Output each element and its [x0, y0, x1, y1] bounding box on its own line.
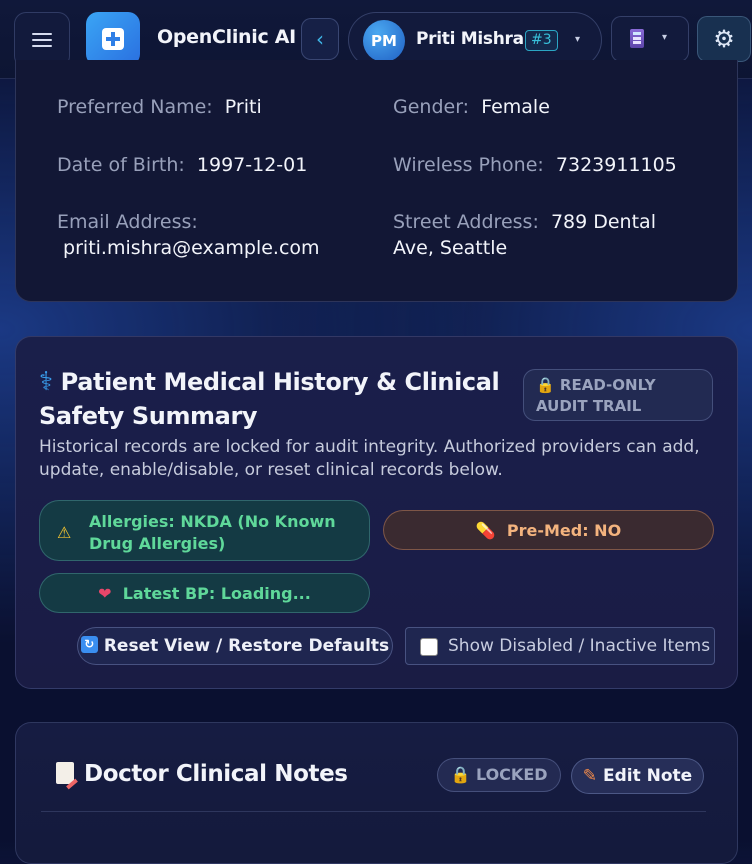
wireless-phone-value: 7323911105 [555, 154, 677, 176]
show-disabled-toggle[interactable]: Show Disabled / Inactive Items [405, 627, 715, 665]
premed-text: Pre-Med: NO [506, 521, 622, 540]
gender-field: Gender: Female [393, 94, 550, 120]
email-field: Email Address: priti.mishra@example.com [57, 209, 377, 261]
field-label: Street Address: [393, 211, 539, 233]
demographics-card: Preferred Name: Priti Gender: Female Dat… [15, 60, 738, 302]
doctor-notes-card: Doctor Clinical Notes 🔒 LOCKED ✎ Edit No… [15, 722, 738, 864]
wireless-phone-field: Wireless Phone: 7323911105 [393, 152, 677, 178]
avatar: PM [363, 20, 405, 62]
reset-view-label: Reset View / Restore Defaults [103, 636, 390, 656]
notes-title: Doctor Clinical Notes [56, 761, 348, 787]
locked-badge: 🔒 LOCKED [437, 758, 561, 792]
preferred-name-field: Preferred Name: Priti [57, 94, 262, 120]
section-title: ⚕ Patient Medical History & Clinical Safe… [39, 365, 509, 433]
calculator-menu-button[interactable]: ▾ [611, 16, 689, 62]
read-only-badge: 🔒 READ-ONLY AUDIT TRAIL [523, 369, 713, 421]
lock-icon: 🔒 [450, 765, 471, 784]
lock-icon: 🔒 [536, 376, 555, 394]
section-title-text: Patient Medical History & Clinical Safet… [39, 368, 500, 430]
reset-view-button[interactable]: ↻ Reset View / Restore Defaults [77, 627, 393, 665]
show-disabled-checkbox[interactable] [420, 638, 438, 656]
chevron-down-icon: ▾ [662, 32, 668, 43]
pencil-icon: ✎ [582, 766, 598, 786]
document-icon [56, 762, 74, 784]
medical-plus-icon [102, 28, 124, 50]
patient-number-badge: #3 [525, 30, 558, 51]
edit-note-button[interactable]: ✎ Edit Note [571, 758, 704, 794]
dob-field: Date of Birth: 1997-12-01 [57, 152, 307, 178]
notes-title-text: Doctor Clinical Notes [84, 761, 348, 787]
section-description: Historical records are locked for audit … [39, 437, 700, 480]
hamburger-icon [32, 33, 52, 47]
calculator-icon [630, 29, 644, 48]
allergies-status: ⚠ Allergies: NKDA (No Known Drug Allergi… [39, 500, 370, 561]
field-label: Preferred Name: [57, 96, 213, 118]
chevron-down-icon: ▾ [575, 34, 581, 45]
blood-pressure-status: ❤ Latest BP: Loading... [39, 573, 370, 613]
bp-text: Latest BP: Loading... [122, 584, 311, 603]
patient-name: Priti Mishra [416, 29, 524, 49]
edit-note-label: Edit Note [602, 766, 693, 786]
app-logo[interactable] [86, 12, 140, 66]
back-button[interactable]: ‹ [301, 18, 339, 60]
show-disabled-label: Show Disabled / Inactive Items [448, 636, 711, 656]
gender-value: Female [481, 96, 550, 118]
gear-icon: ⚙ [713, 25, 735, 53]
street-address-field: Street Address: 789 Dental Ave, Seattle [393, 209, 693, 261]
settings-button[interactable]: ⚙ [697, 16, 751, 62]
preferred-name-value: Priti [224, 96, 262, 118]
refresh-icon: ↻ [80, 636, 98, 653]
field-label: Date of Birth: [57, 154, 185, 176]
heart-icon: ❤ [98, 584, 112, 603]
divider [41, 811, 706, 812]
allergies-text: Allergies: NKDA (No Known Drug Allergies… [89, 512, 336, 553]
locked-label: LOCKED [475, 765, 548, 784]
chevron-left-icon: ‹ [316, 27, 324, 51]
medical-history-card: ⚕ Patient Medical History & Clinical Safe… [15, 336, 738, 689]
premed-status: 💊 Pre-Med: NO [383, 510, 714, 550]
field-label: Wireless Phone: [393, 154, 544, 176]
dob-value: 1997-12-01 [196, 154, 308, 176]
field-label: Gender: [393, 96, 470, 118]
email-value: priti.mishra@example.com [63, 237, 320, 259]
field-label: Email Address: [57, 211, 198, 233]
warning-icon: ⚠ [57, 523, 72, 542]
pill-icon: 💊 [475, 521, 496, 540]
app-title: OpenClinic AI [157, 26, 296, 48]
caduceus-icon: ⚕ [39, 367, 53, 397]
